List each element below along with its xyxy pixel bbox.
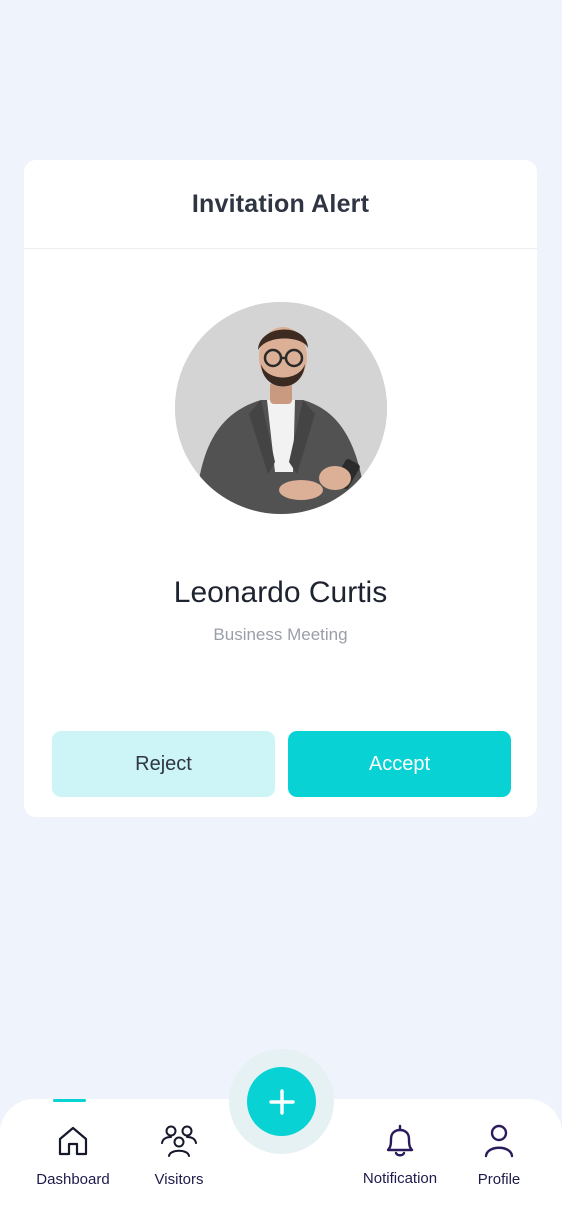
nav-profile[interactable]: Profile xyxy=(444,1099,554,1209)
card-header: Invitation Alert xyxy=(24,160,537,249)
visitors-icon xyxy=(161,1125,197,1157)
nav-visitors[interactable]: Visitors xyxy=(124,1099,234,1209)
user-icon xyxy=(484,1124,514,1158)
bell-icon xyxy=(386,1124,414,1157)
invitation-card: Invitation Alert Leonardo Curtis Busines… xyxy=(24,160,537,817)
accept-button[interactable]: Accept xyxy=(288,731,511,797)
nav-notification[interactable]: Notification xyxy=(345,1099,455,1209)
visitor-name: Leonardo Curtis xyxy=(173,576,388,609)
card-title: Invitation Alert xyxy=(191,189,370,218)
nav-notification-label: Notification xyxy=(362,1170,438,1187)
reject-button[interactable]: Reject xyxy=(52,731,275,797)
visit-purpose: Business Meeting xyxy=(213,625,348,644)
home-icon xyxy=(58,1126,88,1156)
nav-dashboard[interactable]: Dashboard xyxy=(18,1099,128,1209)
nav-profile-label: Profile xyxy=(477,1171,521,1188)
visitor-photo xyxy=(175,302,387,514)
visitor-avatar xyxy=(175,302,387,514)
add-button[interactable] xyxy=(247,1067,316,1136)
nav-dashboard-label: Dashboard xyxy=(36,1171,110,1188)
nav-visitors-label: Visitors xyxy=(154,1171,204,1188)
plus-icon xyxy=(268,1088,295,1115)
